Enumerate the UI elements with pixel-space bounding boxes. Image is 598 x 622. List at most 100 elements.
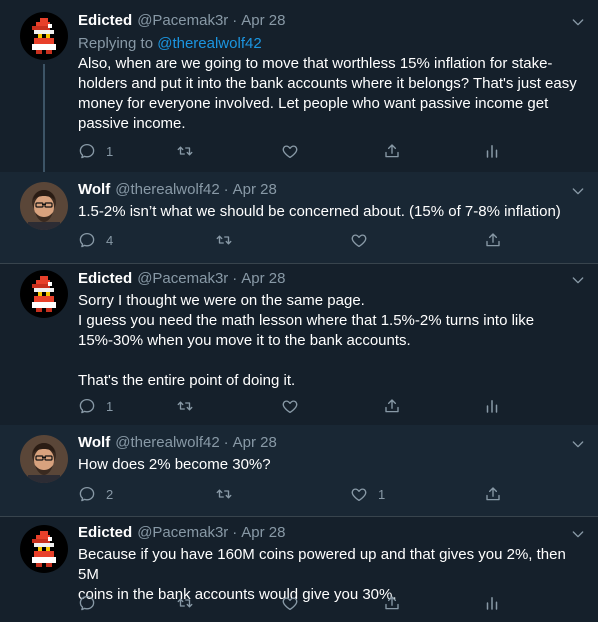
tweet-line: 15%-30% when you move it to the bank acc… bbox=[78, 332, 411, 349]
thread-line bbox=[43, 64, 45, 172]
replying-to-label: Replying to bbox=[78, 35, 158, 52]
reply-button[interactable]: 2 bbox=[78, 484, 113, 504]
reply-button[interactable] bbox=[78, 593, 96, 613]
heart-icon bbox=[281, 397, 299, 415]
retweet-icon bbox=[215, 231, 233, 249]
tweet-text: Sorry I thought we were on the same page… bbox=[78, 291, 578, 391]
user-handle[interactable]: @Pacemak3r bbox=[137, 12, 228, 29]
tweet-line: 1.5-2% isn’t what we should be concerned… bbox=[78, 203, 561, 220]
tweet[interactable]: Wolf @therealwolf42 · Apr 28 How does 2%… bbox=[0, 425, 598, 516]
display-name[interactable]: Edicted bbox=[78, 12, 132, 29]
tweet-actions bbox=[78, 593, 498, 613]
tweet-date[interactable]: Apr 28 bbox=[233, 181, 277, 198]
replying-to: Replying to @therealwolf42 bbox=[78, 35, 262, 52]
tweet-line: I guess you need the math lesson where t… bbox=[78, 312, 535, 329]
avatar[interactable] bbox=[20, 182, 68, 230]
share-icon bbox=[383, 397, 401, 415]
avatar[interactable] bbox=[20, 435, 68, 483]
reply-count: 1 bbox=[106, 143, 114, 159]
analytics-button[interactable] bbox=[483, 141, 501, 161]
display-name[interactable]: Edicted bbox=[78, 270, 132, 287]
display-name[interactable]: Edicted bbox=[78, 524, 132, 541]
chevron-down-icon[interactable] bbox=[570, 14, 586, 30]
tweet-line: passive income. bbox=[78, 115, 186, 132]
share-icon bbox=[383, 142, 401, 160]
display-name[interactable]: Wolf bbox=[78, 434, 110, 451]
tweet-line: holders and put it into the bank account… bbox=[78, 75, 577, 92]
analytics-button[interactable] bbox=[483, 396, 501, 416]
like-count: 1 bbox=[378, 486, 386, 502]
heart-icon bbox=[281, 594, 299, 612]
reply-button[interactable]: 4 bbox=[78, 230, 113, 250]
heart-icon bbox=[350, 231, 368, 249]
like-button[interactable] bbox=[281, 593, 299, 613]
analytics-icon bbox=[483, 142, 501, 160]
avatar[interactable] bbox=[20, 270, 68, 318]
tweet[interactable]: Edicted @Pacemak3r · Apr 28 Because if y… bbox=[0, 517, 598, 622]
replying-to-link[interactable]: @therealwolf42 bbox=[157, 35, 261, 52]
heart-icon bbox=[281, 142, 299, 160]
chevron-down-icon[interactable] bbox=[570, 436, 586, 452]
tweet-header: Edicted @Pacemak3r · Apr 28 bbox=[78, 12, 285, 32]
avatar[interactable] bbox=[20, 12, 68, 60]
tweet-line: Sorry I thought we were on the same page… bbox=[78, 292, 365, 309]
chevron-down-icon[interactable] bbox=[570, 526, 586, 542]
user-handle[interactable]: @therealwolf42 bbox=[115, 181, 219, 198]
retweet-icon bbox=[176, 397, 194, 415]
tweet-date[interactable]: Apr 28 bbox=[241, 270, 285, 287]
tweet-line: Also, when are we going to move that wor… bbox=[78, 55, 553, 72]
user-handle[interactable]: @Pacemak3r bbox=[137, 270, 228, 287]
retweet-icon bbox=[176, 142, 194, 160]
retweet-icon bbox=[215, 485, 233, 503]
share-button[interactable] bbox=[484, 230, 502, 250]
tweet-line: That's the entire point of doing it. bbox=[78, 372, 296, 389]
share-icon bbox=[383, 594, 401, 612]
like-button[interactable] bbox=[350, 230, 368, 250]
tweet-date[interactable]: Apr 28 bbox=[241, 12, 285, 29]
chevron-down-icon[interactable] bbox=[570, 183, 586, 199]
retweet-button[interactable] bbox=[215, 484, 233, 504]
retweet-button[interactable] bbox=[215, 230, 233, 250]
tweet-line: money for everyone involved. Let people … bbox=[78, 95, 549, 112]
retweet-button[interactable] bbox=[176, 396, 194, 416]
like-button[interactable] bbox=[281, 396, 299, 416]
retweet-button[interactable] bbox=[176, 141, 194, 161]
like-button[interactable] bbox=[281, 141, 299, 161]
tweet-line: Because if you have 160M coins powered u… bbox=[78, 546, 566, 583]
display-name[interactable]: Wolf bbox=[78, 181, 110, 198]
share-button[interactable] bbox=[484, 484, 502, 504]
tweet-line bbox=[78, 351, 578, 371]
reply-count: 4 bbox=[106, 232, 114, 248]
reply-icon bbox=[78, 594, 96, 612]
tweet[interactable]: Wolf @therealwolf42 · Apr 28 1.5-2% isn’… bbox=[0, 172, 598, 263]
user-handle[interactable]: @Pacemak3r bbox=[137, 524, 228, 541]
like-button[interactable]: 1 bbox=[350, 484, 385, 504]
share-button[interactable] bbox=[383, 141, 401, 161]
tweet-header: Wolf @therealwolf42 · Apr 28 bbox=[78, 434, 277, 454]
share-button[interactable] bbox=[383, 396, 401, 416]
reply-button[interactable]: 1 bbox=[78, 141, 113, 161]
separator-dot: · bbox=[232, 270, 238, 287]
reply-button[interactable]: 1 bbox=[78, 396, 113, 416]
tweet-date[interactable]: Apr 28 bbox=[233, 434, 277, 451]
tweet[interactable]: Edicted @Pacemak3r · Apr 28 Replying to … bbox=[0, 0, 598, 172]
analytics-button[interactable] bbox=[483, 593, 501, 613]
reply-icon bbox=[78, 231, 96, 249]
reply-count: 1 bbox=[106, 398, 114, 414]
retweet-button[interactable] bbox=[176, 593, 194, 613]
tweet-date[interactable]: Apr 28 bbox=[241, 524, 285, 541]
reply-icon bbox=[78, 142, 96, 160]
share-icon bbox=[484, 231, 502, 249]
tweet[interactable]: Edicted @Pacemak3r · Apr 28 Sorry I thou… bbox=[0, 264, 598, 425]
avatar[interactable] bbox=[20, 525, 68, 573]
chevron-down-icon[interactable] bbox=[570, 272, 586, 288]
analytics-icon bbox=[483, 594, 501, 612]
share-button[interactable] bbox=[383, 593, 401, 613]
separator-dot: · bbox=[232, 524, 238, 541]
user-handle[interactable]: @therealwolf42 bbox=[115, 434, 219, 451]
tweet-line: How does 2% become 30%? bbox=[78, 456, 271, 473]
tweet-text: 1.5-2% isn’t what we should be concerned… bbox=[78, 202, 578, 222]
separator-dot: · bbox=[232, 12, 238, 29]
retweet-icon bbox=[176, 594, 194, 612]
share-icon bbox=[484, 485, 502, 503]
